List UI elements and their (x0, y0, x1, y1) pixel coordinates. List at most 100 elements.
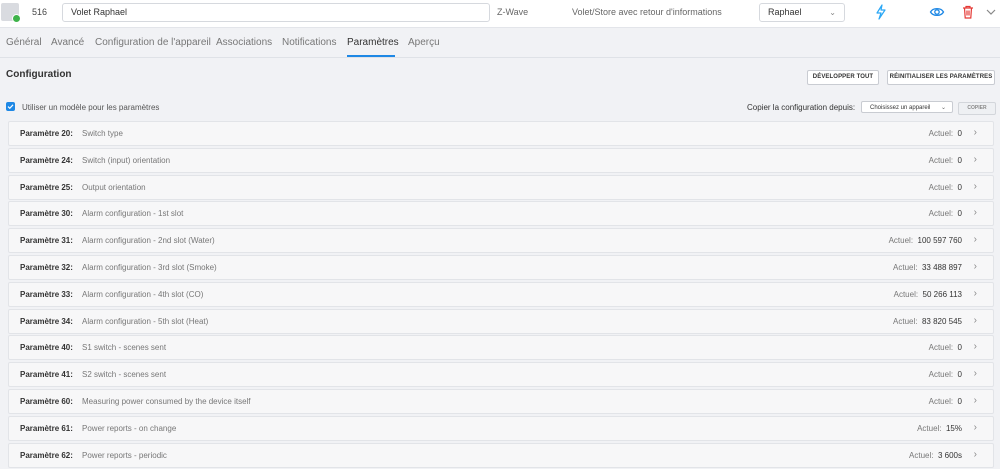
parameter-description: Power reports - periodic (82, 450, 167, 460)
active-tab-indicator (347, 55, 395, 57)
tab-device-configuration[interactable]: Configuration de l'appareil (95, 37, 211, 48)
parameter-row[interactable]: Paramètre 41: S2 switch - scenes sent Actu… (8, 362, 994, 388)
tab-preview[interactable]: Aperçu (408, 37, 440, 48)
expand-all-button[interactable]: DÉVELOPPER TOUT (807, 70, 879, 85)
tab-bar: Général Avancé Configuration de l'appare… (0, 28, 1000, 58)
parameter-row[interactable]: Paramètre 40: S1 switch - scenes sent Actu… (8, 335, 994, 361)
parameter-row[interactable]: Paramètre 20: Switch type Actuel: 0 › (8, 121, 994, 146)
parameter-number: Paramètre 62: (20, 450, 73, 460)
use-template-label: Utiliser un modèle pour les paramètres (22, 103, 160, 112)
parameter-row[interactable]: Paramètre 31: Alarm configuration - 2nd s… (8, 228, 994, 254)
chevron-right-icon[interactable]: › (974, 449, 977, 460)
chevron-right-icon[interactable]: › (974, 341, 977, 352)
tab-notifications[interactable]: Notifications (282, 37, 336, 48)
chevron-right-icon[interactable]: › (974, 181, 977, 192)
parameter-number: Paramètre 40: (20, 343, 73, 353)
chevron-right-icon[interactable]: › (974, 261, 977, 272)
parameter-current-value: Actuel: 50 266 113 (893, 289, 962, 299)
parameter-number: Paramètre 24: (20, 155, 73, 165)
parameter-number: Paramètre 34: (20, 316, 73, 326)
copy-from-select[interactable]: Choisissez un appareil ⌄ (861, 101, 953, 113)
device-protocol: Z-Wave (497, 7, 529, 17)
parameter-number: Paramètre 20: (20, 129, 73, 138)
copy-from-select-value: Choisissez un appareil (870, 105, 931, 111)
device-header: 516 Volet Raphael Z-Wave Volet/Store ave… (0, 0, 1000, 28)
parameter-description: Alarm configuration - 3rd slot (Smoke) (82, 262, 217, 272)
section-title: Configuration (6, 69, 72, 80)
parameter-current-value: Actuel: 0 (928, 155, 962, 165)
tab-advanced[interactable]: Avancé (51, 37, 84, 48)
chevron-right-icon[interactable]: › (974, 207, 977, 218)
parameter-current-value: Actuel: 0 (928, 182, 962, 192)
tab-parameters[interactable]: Paramètres (347, 37, 399, 48)
status-ok-icon (12, 14, 21, 23)
copy-button[interactable]: COPIER (958, 102, 996, 115)
parameter-row[interactable]: Paramètre 62: Power reports - periodic Act… (8, 442, 994, 468)
chevron-right-icon[interactable]: › (974, 127, 977, 138)
parameter-row[interactable]: Paramètre 25: Output orientation Actuel: 0… (8, 174, 994, 200)
device-id: 516 (32, 7, 48, 17)
eye-icon[interactable] (929, 4, 945, 20)
chevron-right-icon[interactable]: › (974, 395, 977, 406)
parameter-description: Output orientation (82, 182, 146, 192)
parameter-row[interactable]: Paramètre 30: Alarm configuration - 1st s… (8, 201, 994, 227)
parameter-description: Alarm configuration - 2nd slot (Water) (82, 236, 215, 246)
parameter-row[interactable]: Paramètre 60: Measuring power consumed by… (8, 388, 994, 414)
chevron-down-icon: ⌄ (940, 105, 946, 111)
parameter-current-value: Actuel: 15% (917, 423, 962, 433)
parameter-current-value: Actuel: 83 820 545 (893, 316, 962, 326)
parameter-number: Paramètre 31: (20, 236, 73, 246)
tab-general[interactable]: Général (6, 37, 42, 48)
parameter-current-value: Actuel: 3 600s (909, 450, 962, 460)
device-type: Volet/Store avec retour d'informations (572, 7, 722, 17)
parameter-row[interactable]: Paramètre 33: Alarm configuration - 4th s… (8, 281, 994, 307)
chevron-right-icon[interactable]: › (974, 154, 977, 165)
parameter-description: Switch type (82, 129, 123, 138)
device-name-input[interactable]: Volet Raphael (62, 3, 490, 22)
parameter-description: Alarm configuration - 1st slot (82, 209, 184, 219)
parameter-current-value: Actuel: 100 597 760 (888, 236, 962, 246)
chevron-right-icon[interactable]: › (974, 315, 977, 326)
parameter-current-value: Actuel: 0 (928, 370, 962, 380)
parameter-number: Paramètre 33: (20, 289, 73, 299)
check-icon (7, 104, 14, 110)
parameter-description: Measuring power consumed by the device i… (82, 396, 251, 406)
parameter-description: S2 switch - scenes sent (82, 370, 167, 380)
parameter-current-value: Actuel: 0 (928, 396, 962, 406)
parameter-current-value: Actuel: 0 (928, 129, 962, 138)
chevron-down-icon[interactable] (985, 4, 997, 20)
reset-parameters-button[interactable]: RÉINITIALISER LES PARAMÈTRES (887, 70, 995, 85)
trash-icon[interactable] (960, 4, 976, 20)
parameter-row[interactable]: Paramètre 24: Switch (input) orientation A… (8, 147, 994, 173)
chevron-right-icon[interactable]: › (974, 234, 977, 245)
copy-from-label: Copier la configuration depuis: (747, 103, 856, 112)
parameter-row[interactable]: Paramètre 61: Power reports - on change Ac… (8, 415, 994, 441)
parameter-description: S1 switch - scenes sent (82, 343, 167, 353)
room-select[interactable]: Raphael ⌄ (759, 3, 845, 22)
chevron-right-icon[interactable]: › (974, 422, 977, 433)
parameter-row[interactable]: Paramètre 32: Alarm configuration - 3rd s… (8, 254, 994, 280)
parameter-current-value: Actuel: 0 (928, 343, 962, 353)
parameter-row[interactable]: Paramètre 34: Alarm configuration - 5th s… (8, 308, 994, 334)
parameter-number: Paramètre 30: (20, 209, 73, 219)
parameter-number: Paramètre 41: (20, 370, 73, 380)
lightning-icon[interactable] (873, 4, 889, 20)
parameter-description: Alarm configuration - 4th slot (CO) (82, 289, 204, 299)
device-thumbnail-icon (1, 3, 21, 23)
parameter-description: Alarm configuration - 5th slot (Heat) (82, 316, 209, 326)
use-template-checkbox[interactable] (6, 102, 15, 111)
parameter-description: Switch (input) orientation (82, 155, 171, 165)
parameter-number: Paramètre 32: (20, 262, 73, 272)
tab-associations[interactable]: Associations (216, 37, 272, 48)
parameter-number: Paramètre 25: (20, 182, 73, 192)
parameter-current-value: Actuel: 0 (928, 209, 962, 219)
parameter-list: Paramètre 20: Switch type Actuel: 0 › Param… (8, 121, 994, 469)
chevron-down-icon: ⌄ (829, 8, 836, 17)
parameter-current-value: Actuel: 33 488 897 (893, 262, 962, 272)
parameter-number: Paramètre 60: (20, 396, 73, 406)
parameter-number: Paramètre 61: (20, 423, 73, 433)
chevron-right-icon[interactable]: › (974, 288, 977, 299)
chevron-right-icon[interactable]: › (974, 368, 977, 379)
room-select-value: Raphael (768, 7, 802, 17)
parameter-description: Power reports - on change (82, 423, 177, 433)
